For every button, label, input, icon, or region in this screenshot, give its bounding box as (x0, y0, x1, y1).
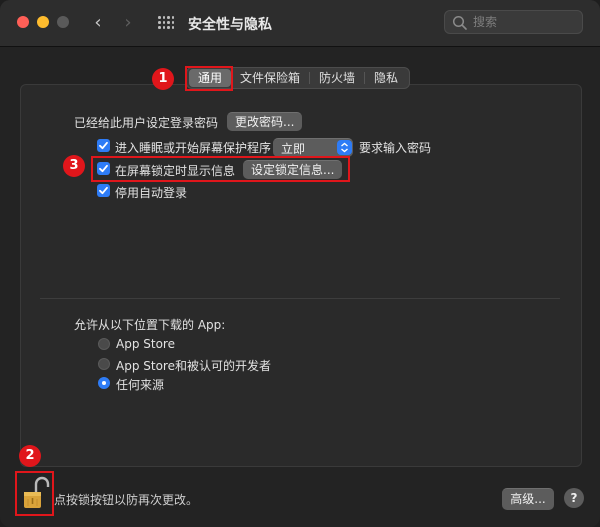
require-password-label: 进入睡眠或开始屏幕保护程序 (115, 141, 272, 155)
annotation-badge-3: 3 (63, 155, 85, 177)
change-password-button[interactable]: 更改密码... (227, 112, 303, 131)
title-bar: ‹ › 安全性与隐私 (0, 0, 600, 47)
radio-app-store[interactable] (98, 338, 110, 350)
zoom-window-button[interactable] (57, 16, 69, 28)
checkmark-icon (99, 186, 108, 195)
require-password-delay-select[interactable]: 立即 (273, 138, 353, 157)
minimize-window-button[interactable] (37, 16, 49, 28)
annotation-badge-1: 1 (152, 68, 174, 90)
tab-privacy[interactable]: 隐私 (365, 69, 407, 87)
search-icon (452, 15, 467, 30)
lock-instruction-text: 点按锁按钮以防再次更改。 (54, 493, 199, 507)
show-all-grid-icon[interactable] (158, 16, 174, 30)
help-button[interactable]: ? (564, 488, 584, 508)
select-value: 立即 (281, 142, 306, 156)
back-button[interactable]: ‹ (88, 12, 108, 34)
forward-button[interactable]: › (118, 12, 138, 34)
chevron-updown-icon (337, 140, 352, 155)
require-password-checkbox[interactable] (97, 139, 110, 152)
login-password-label: 已经给此用户设定登录密码 (74, 116, 219, 130)
window-title: 安全性与隐私 (188, 17, 272, 33)
radio-anywhere[interactable] (98, 377, 110, 389)
disable-autologin-checkbox[interactable] (97, 184, 110, 197)
close-window-button[interactable] (17, 16, 29, 28)
download-source-heading: 允许从以下位置下载的 App: (74, 318, 226, 332)
search-input[interactable] (473, 13, 578, 31)
tab-firewall[interactable]: 防火墙 (310, 69, 364, 87)
require-password-suffix: 要求输入密码 (359, 141, 432, 155)
annotation-badge-2: 2 (19, 445, 41, 467)
advanced-button[interactable]: 高级... (502, 488, 554, 510)
radio-anywhere-label: 任何来源 (116, 378, 165, 392)
radio-app-store-identified[interactable] (98, 358, 110, 370)
search-field[interactable] (444, 10, 583, 34)
highlight-box-general-tab (185, 66, 233, 91)
checkmark-icon (99, 141, 108, 150)
radio-app-store-identified-label: App Store和被认可的开发者 (116, 359, 271, 373)
disable-autologin-label: 停用自动登录 (115, 186, 188, 200)
preferences-window: ‹ › 安全性与隐私 通用 文件保险箱 防火墙 隐私 已经给此用户设定登录密码 … (0, 0, 600, 527)
highlight-box-lock (15, 471, 54, 516)
tab-filevault[interactable]: 文件保险箱 (231, 69, 309, 87)
highlight-box-lock-message (91, 156, 350, 182)
radio-app-store-label: App Store (116, 337, 175, 351)
section-divider (40, 298, 560, 299)
